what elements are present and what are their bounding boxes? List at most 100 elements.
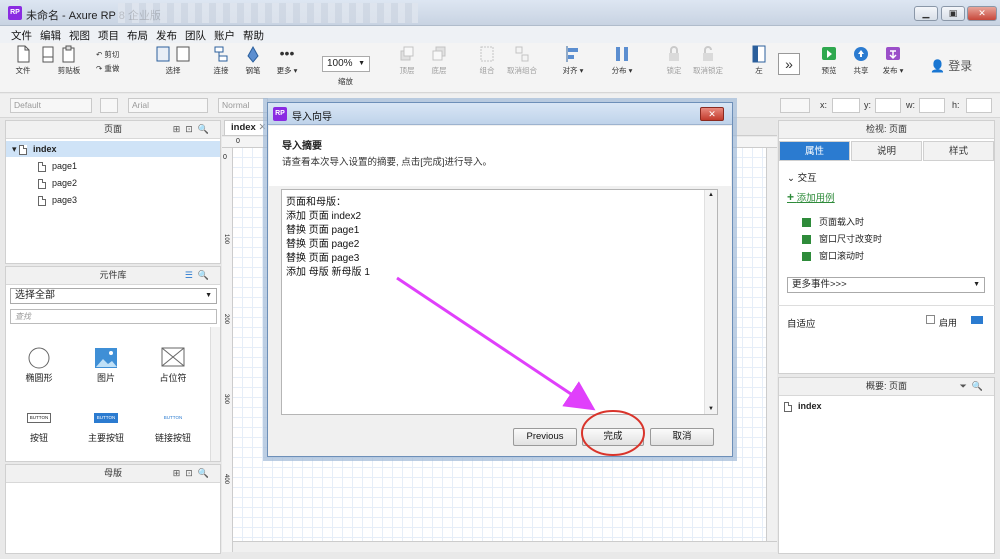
library-item-primary-button[interactable]: BUTTON 主要按钮: [76, 413, 136, 444]
library-item-placeholder[interactable]: 占位符: [143, 347, 203, 384]
cancel-button[interactable]: 取消: [650, 428, 714, 446]
minimize-button[interactable]: ▁: [914, 6, 938, 21]
close-tab-icon[interactable]: ✕: [258, 122, 266, 133]
canvas-horizontal-scrollbar[interactable]: [233, 541, 777, 552]
library-panel-header: 元件库 ☰🔍: [6, 267, 220, 285]
dialog-close-button[interactable]: ✕: [700, 107, 724, 121]
publish-button[interactable]: 发布 ▾: [880, 45, 906, 76]
close-window-button[interactable]: ✕: [967, 6, 997, 21]
more-events-select[interactable]: 更多事件>>> ▼: [787, 277, 985, 293]
select-tool[interactable]: 选择: [150, 45, 196, 76]
bring-to-top-button[interactable]: 顶层: [394, 45, 420, 76]
font-family-select[interactable]: Arial: [128, 98, 208, 113]
more-tools-button[interactable]: ••• 更多 ▾: [272, 45, 302, 76]
outline-panel: 概要: 页面 ⏷🔍 index: [778, 377, 995, 554]
divider: [778, 305, 995, 306]
font-weight-select[interactable]: Normal: [218, 98, 268, 113]
adaptive-enable-checkbox[interactable]: [926, 315, 935, 324]
previous-button[interactable]: Previous: [513, 428, 577, 446]
pages-panel-header: 页面 ⊞⊡🔍: [6, 121, 220, 139]
x-input[interactable]: [832, 98, 860, 113]
h-input[interactable]: [966, 98, 992, 113]
align-button[interactable]: 对齐 ▾: [560, 45, 586, 76]
maximize-button[interactable]: ▣: [941, 6, 965, 21]
menu-file[interactable]: 文件: [11, 28, 32, 43]
library-item-button[interactable]: BUTTON 按钮: [9, 413, 69, 444]
scroll-down-icon[interactable]: ▼: [708, 406, 714, 412]
summary-scrollbar[interactable]: ▲ ▼: [704, 190, 717, 414]
left-panel-toggle[interactable]: 左: [748, 45, 770, 76]
zoom-select[interactable]: 100% ▼: [322, 56, 370, 72]
filter-search-icons[interactable]: ⏷🔍: [960, 378, 988, 395]
menu-project[interactable]: 项目: [98, 28, 119, 43]
canvas-vertical-scrollbar[interactable]: [766, 148, 777, 541]
preview-icon: [822, 47, 836, 60]
redo-tool[interactable]: ↷ 重做: [96, 63, 126, 74]
library-item-image[interactable]: 图片: [76, 347, 136, 384]
pen-tool[interactable]: 钢笔: [240, 45, 266, 76]
button-icon: BUTTON: [27, 413, 51, 423]
page-icon: [38, 195, 46, 206]
finish-button[interactable]: 完成: [582, 428, 644, 446]
expand-toolbar-button[interactable]: »: [778, 53, 800, 75]
save-tool[interactable]: [40, 45, 54, 65]
page-tree-item[interactable]: page3: [38, 192, 77, 208]
library-item-ellipse[interactable]: 椭圆形: [9, 347, 69, 384]
tab-style[interactable]: 样式: [923, 141, 994, 161]
tab-notes[interactable]: 说明: [851, 141, 922, 161]
library-menu-search-icons[interactable]: ☰🔍: [185, 267, 214, 284]
preview-button[interactable]: 预览: [816, 45, 842, 76]
lock-button[interactable]: 锁定: [662, 45, 686, 76]
format-painter-button[interactable]: [100, 98, 118, 113]
library-item-link-button[interactable]: BUTTON 链接按钮: [143, 413, 203, 444]
event-window-resize[interactable]: 窗口尺寸改变时: [802, 232, 882, 245]
event-page-load[interactable]: 页面载入时: [802, 215, 864, 228]
library-select[interactable]: 选择全部 ▼: [10, 288, 217, 304]
page-tree-root[interactable]: ▾ index: [6, 141, 220, 157]
w-input[interactable]: [919, 98, 945, 113]
distribute-button[interactable]: 分布 ▾: [608, 45, 636, 76]
menu-edit[interactable]: 编辑: [40, 28, 61, 43]
add-page-icons[interactable]: ⊞⊡🔍: [173, 121, 214, 138]
event-window-scroll[interactable]: 窗口滚动时: [802, 249, 864, 262]
unlock-button[interactable]: 取消锁定: [691, 45, 725, 76]
cut-tool[interactable]: ↶ 剪切: [96, 49, 126, 60]
distribute-icon: [616, 47, 628, 61]
adaptive-settings-icon[interactable]: [971, 316, 983, 324]
library-search-input[interactable]: 查找: [10, 309, 217, 324]
add-case-link[interactable]: + 添加用例: [787, 190, 835, 204]
menu-help[interactable]: 帮助: [243, 28, 264, 43]
lock-icon: [669, 46, 679, 61]
y-input[interactable]: [875, 98, 901, 113]
menu-publish[interactable]: 发布: [156, 28, 177, 43]
connect-tool[interactable]: 连接: [208, 45, 234, 76]
import-summary-box[interactable]: 页面和母版： 添加 页面 index2 替换 页面 page1 替换 页面 pa…: [281, 189, 718, 415]
outline-header: 概要: 页面 ⏷🔍: [779, 378, 994, 396]
send-to-bottom-button[interactable]: 底层: [426, 45, 452, 76]
interactions-section[interactable]: ⌄ 交互: [787, 170, 817, 184]
clipboard-tool[interactable]: 剪贴板: [56, 45, 82, 76]
share-button[interactable]: 共享: [848, 45, 874, 76]
page-tree-item[interactable]: page1: [38, 158, 77, 174]
file-tool[interactable]: 文件: [10, 45, 36, 76]
style-select[interactable]: Default: [10, 98, 92, 113]
login-button[interactable]: 👤 登录: [930, 57, 978, 74]
inspector-header: 检视: 页面: [779, 121, 994, 139]
ungroup-button[interactable]: 取消组合: [505, 45, 539, 76]
outline-root[interactable]: index: [784, 398, 822, 414]
group-button[interactable]: 组合: [474, 45, 500, 76]
menu-view[interactable]: 视图: [69, 28, 90, 43]
library-scrollbar[interactable]: [210, 327, 220, 461]
tab-index[interactable]: index ✕: [224, 120, 272, 136]
menu-team[interactable]: 团队: [185, 28, 206, 43]
menu-layout[interactable]: 布局: [127, 28, 148, 43]
page-tree-item[interactable]: page2: [38, 175, 77, 191]
summary-line: 添加 页面 index2: [286, 211, 362, 222]
line-style-select[interactable]: [780, 98, 810, 113]
dialog-description: 请查看本次导入设置的摘要, 点击[完成]进行导入。: [282, 157, 493, 168]
menu-account[interactable]: 账户: [214, 28, 235, 43]
scroll-up-icon[interactable]: ▲: [708, 192, 714, 198]
add-master-icons[interactable]: ⊞⊡🔍: [173, 465, 214, 482]
tab-properties[interactable]: 属性: [779, 141, 850, 161]
connect-icon: [214, 46, 228, 62]
